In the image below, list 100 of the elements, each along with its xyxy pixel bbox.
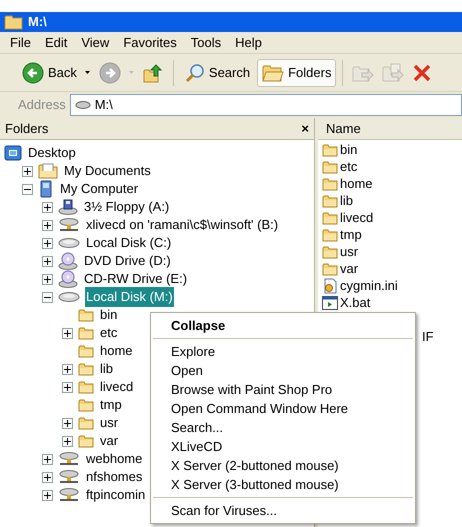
collapse-toggle[interactable] [42,292,53,302]
folder-copy-icon [382,62,404,82]
back-button[interactable]: Back [18,58,81,88]
file-name[interactable]: home [340,174,373,194]
optical-drive-icon [58,252,78,270]
file-name[interactable]: usr [340,242,358,262]
tree-item[interactable]: Local Disk (C:) [85,233,172,253]
tree-item[interactable]: 3½ Floppy (A:) [83,197,170,217]
tree-item[interactable]: bin [99,305,118,325]
menu-item[interactable]: X Server (2-buttoned mouse) [151,456,415,475]
menu-item[interactable]: Open Command Window Here [151,399,415,418]
expand-toggle[interactable] [42,454,53,464]
tree-item[interactable]: etc [99,323,118,343]
network-drive-icon [58,217,80,233]
expand-toggle[interactable] [62,436,73,446]
menu-item[interactable]: Explore [151,342,415,361]
column-header[interactable]: Name [318,118,462,140]
menu-item[interactable]: X Server (3-buttoned mouse) [151,475,415,494]
window-title: M:\ [28,13,47,32]
file-name[interactable]: etc [340,156,358,176]
folder-icon [262,64,284,82]
folder-icon [78,398,94,412]
expand-toggle[interactable] [62,364,73,374]
menu-item[interactable]: Help [235,32,262,52]
folder-icon [4,14,24,30]
tree-item[interactable]: xlivecd on 'ramani\c$\winsoft' (B:) [85,215,280,235]
tree-item[interactable]: nfshomes [85,467,144,487]
menu-item[interactable]: Tools [190,32,222,52]
tree-item[interactable]: My Computer [59,179,140,199]
tree-item[interactable]: var [99,431,120,451]
folder-icon [78,308,94,322]
tree-item[interactable]: Local Disk (M:) [85,287,174,307]
collapse-toggle[interactable] [22,184,33,194]
file-name[interactable]: var [340,258,358,278]
tree-item[interactable]: Desktop [27,143,77,163]
address-field[interactable]: M:\ [70,94,462,116]
folder-icon [78,344,94,358]
folder-icon [322,194,338,208]
tree-item[interactable]: usr [99,413,120,433]
menu-item[interactable]: Edit [44,32,68,52]
search-button[interactable]: Search [180,58,256,86]
menu-item[interactable]: Open [151,361,415,380]
menu-item[interactable]: View [81,32,110,52]
batch-file-icon [322,296,338,310]
folder-icon [78,362,94,376]
file-name[interactable]: bin [340,140,358,160]
menu-item[interactable]: Browse with Paint Shop Pro [151,380,415,399]
menu-item[interactable]: XLiveCD [151,437,415,456]
menu-item[interactable]: Scan for Viruses... [151,501,415,520]
up-folder-icon [142,62,163,82]
expand-toggle[interactable] [22,166,33,176]
folder-icon [78,416,94,430]
tree-item[interactable]: tmp [99,395,123,415]
network-drive-icon [58,469,80,485]
folder-icon [322,160,338,174]
file-name[interactable]: tmp [340,224,362,244]
folder-icon [322,228,338,242]
file-name[interactable]: lib [340,190,354,210]
floppy-drive-icon [58,199,78,215]
file-name[interactable]: livecd [340,208,374,228]
folders-button[interactable]: Folders [257,58,336,86]
disk-drive-icon [58,291,80,303]
expand-toggle[interactable] [62,418,73,428]
tree-item[interactable]: home [99,341,134,361]
documents-folder-icon [38,163,58,179]
expand-toggle[interactable] [42,256,53,266]
file-name[interactable]: X.bat [340,292,370,312]
search-icon [184,62,205,82]
tree-item[interactable]: lib [99,359,114,379]
settings-file-icon [322,278,338,294]
expand-toggle[interactable] [42,490,53,500]
network-drive-icon [58,451,80,467]
menu-item[interactable]: File [10,32,31,52]
menu-item[interactable]: Collapse [151,316,415,335]
computer-icon [38,180,54,198]
expand-toggle[interactable] [62,382,73,392]
expand-toggle[interactable] [42,202,53,212]
folder-icon [322,210,338,224]
folder-icon [322,262,338,276]
network-drive-icon [58,487,80,503]
tree-item[interactable]: DVD Drive (D:) [83,251,172,271]
folder-icon [78,434,94,448]
expand-toggle[interactable] [62,328,73,338]
close-button[interactable]: × [301,122,309,135]
tree-item[interactable]: My Documents [63,161,152,181]
folder-icon [78,380,94,394]
menu-item[interactable]: Favorites [123,32,177,52]
column-text: IF [422,328,434,346]
tree-item[interactable]: ftpincomin [85,485,146,505]
tree-item[interactable]: webhome [85,449,144,469]
expand-toggle[interactable] [42,274,53,284]
expand-toggle[interactable] [42,220,53,230]
tree-item[interactable]: livecd [99,377,134,397]
expand-toggle[interactable] [42,472,53,482]
file-name[interactable]: cygmin.ini [340,276,398,296]
tree-item[interactable]: CD-RW Drive (E:) [83,269,188,289]
menu-item[interactable]: Search... [151,418,415,437]
expand-toggle[interactable] [42,238,53,248]
pane-title: Folders [5,120,48,138]
optical-drive-icon [58,270,78,288]
